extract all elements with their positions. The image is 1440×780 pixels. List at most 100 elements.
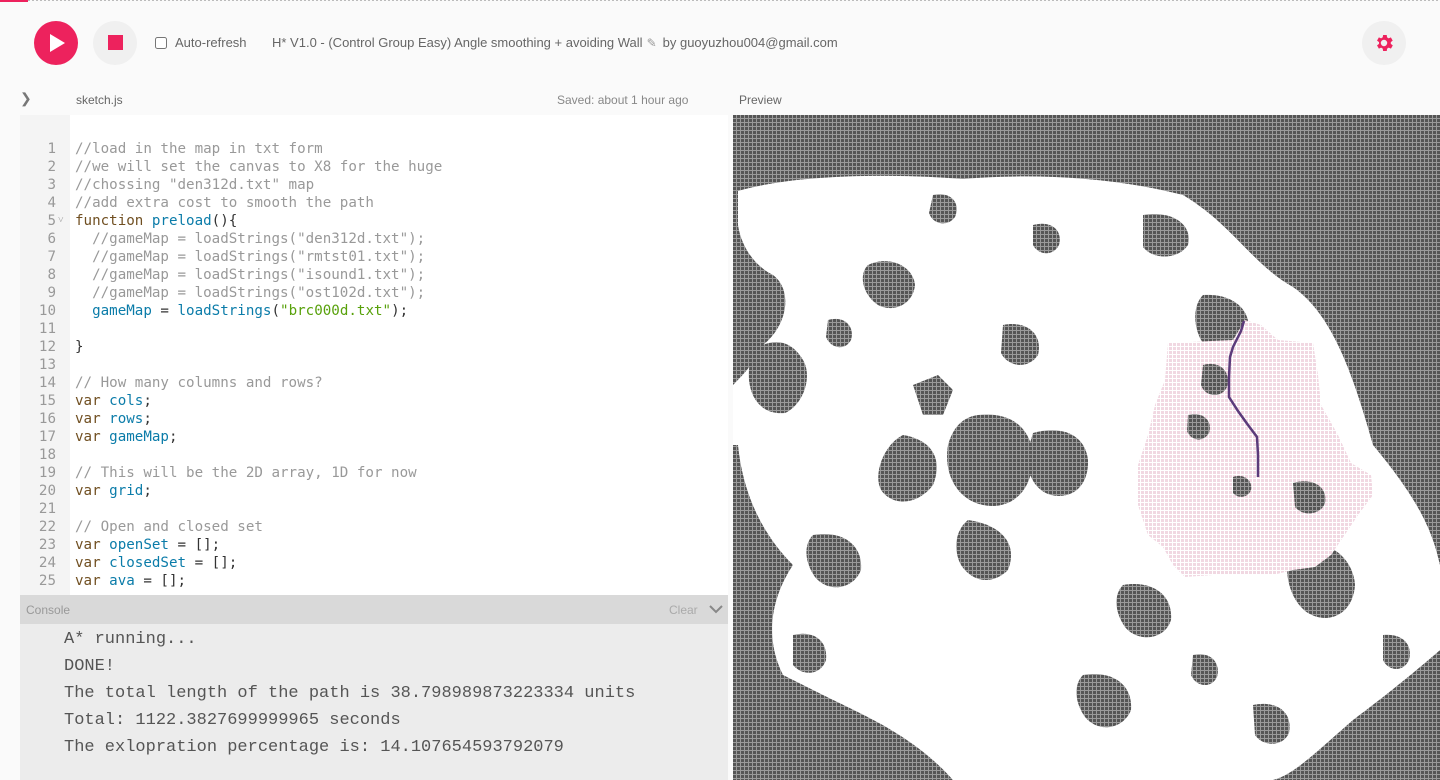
line-number: 18	[38, 447, 56, 463]
code-token: //gameMap = loadStrings("rmtst01.txt");	[75, 249, 426, 265]
code-line[interactable]: 12}	[20, 338, 728, 356]
code-editor[interactable]: 1 //load in the map in txt form 2 //we will…	[20, 115, 728, 595]
console-line: A* running...	[64, 630, 197, 649]
code-text: gameMap = loadStrings("brc000d.txt");	[75, 302, 408, 320]
code-line[interactable]: 14 // How many columns and rows?	[20, 374, 728, 392]
auto-refresh-toggle[interactable]: Auto-refresh	[155, 35, 247, 50]
code-line[interactable]: 15 var cols;	[20, 392, 728, 410]
code-token: var	[75, 411, 110, 427]
code-line[interactable]: 25 var ava = [];	[20, 572, 728, 590]
code-token: cols	[109, 393, 144, 409]
code-line[interactable]: 18	[20, 446, 728, 464]
play-icon	[50, 34, 65, 52]
map-visualization	[733, 115, 1440, 780]
code-token: );	[391, 303, 409, 319]
stop-button[interactable]	[93, 21, 137, 65]
preview-canvas[interactable]	[733, 115, 1440, 780]
line-number: 23	[38, 537, 56, 553]
line-number: 6	[47, 231, 56, 247]
code-token: openSet	[109, 537, 169, 553]
code-token: //chossing "den312d.txt" map	[75, 177, 315, 193]
code-token: loadStrings	[177, 303, 272, 319]
code-token: (	[271, 303, 281, 319]
code-line[interactable]: 13	[20, 356, 728, 374]
code-line[interactable]: 16 var rows;	[20, 410, 728, 428]
code-line[interactable]: 24 var closedSet = [];	[20, 554, 728, 572]
line-number: 24	[38, 555, 56, 571]
code-line[interactable]: 22 // Open and closed set	[20, 518, 728, 536]
code-text: //we will set the canvas to X8 for the h…	[75, 158, 442, 176]
console-clear-button[interactable]: Clear	[669, 603, 698, 617]
code-line[interactable]: 2 //we will set the canvas to X8 for the …	[20, 158, 728, 176]
code-line[interactable]: 23 var openSet = [];	[20, 536, 728, 554]
expand-sidebar-chevron-icon[interactable]: ❯	[20, 90, 32, 107]
code-line[interactable]: 5 ˅ function preload(){	[20, 212, 728, 230]
code-token: var	[75, 555, 110, 571]
console-line: The exlopration percentage is: 14.107654…	[64, 738, 564, 757]
code-line[interactable]: 1 //load in the map in txt form	[20, 140, 728, 158]
line-number: 15	[38, 393, 56, 409]
code-token: //gameMap = loadStrings("isound1.txt");	[75, 267, 426, 283]
line-number: 1	[47, 141, 56, 157]
code-line[interactable]: 19 // This will be the 2D array, 1D for n…	[20, 464, 728, 482]
code-token: grid	[109, 483, 144, 499]
code-line[interactable]: 4 //add extra cost to smooth the path	[20, 194, 728, 212]
toolbar: Auto-refresh H* V1.0 - (Control Group Ea…	[0, 0, 1440, 84]
code-token: = [];	[168, 537, 221, 553]
preview-label: Preview	[739, 93, 782, 107]
console-output: A* running... DONE! The total length of …	[20, 624, 728, 780]
code-text: var openSet = [];	[75, 536, 220, 554]
code-line[interactable]: 11	[20, 320, 728, 338]
code-token: }	[75, 339, 84, 355]
code-token: var	[75, 429, 110, 445]
code-line[interactable]: 6 //gameMap = loadStrings("den312d.txt")…	[20, 230, 728, 248]
code-token: ava	[109, 573, 135, 589]
code-token: //gameMap = loadStrings("ost102d.txt");	[75, 285, 426, 301]
code-token: //gameMap = loadStrings("den312d.txt");	[75, 231, 426, 247]
code-text: // Open and closed set	[75, 518, 263, 536]
console-header: Console Clear	[20, 595, 728, 624]
fold-chevron-icon[interactable]: ˅	[58, 212, 64, 230]
gear-icon	[1377, 35, 1393, 51]
line-number: 10	[38, 303, 56, 319]
code-token: function	[75, 213, 152, 229]
code-token: // How many columns and rows?	[75, 375, 323, 391]
code-line[interactable]: 17 var gameMap;	[20, 428, 728, 446]
code-text: var grid;	[75, 482, 152, 500]
line-number: 12	[38, 339, 56, 355]
code-token: ;	[143, 393, 152, 409]
code-line[interactable]: 8 //gameMap = loadStrings("isound1.txt")…	[20, 266, 728, 284]
code-text: //chossing "den312d.txt" map	[75, 176, 314, 194]
code-token: // This will be the 2D array, 1D for now	[75, 465, 417, 481]
code-token: =	[151, 303, 178, 319]
code-line[interactable]: 10 gameMap = loadStrings("brc000d.txt");	[20, 302, 728, 320]
settings-button[interactable]	[1362, 21, 1406, 65]
code-line[interactable]: 20 var grid;	[20, 482, 728, 500]
code-line[interactable]: 3 //chossing "den312d.txt" map	[20, 176, 728, 194]
line-number: 9	[47, 285, 56, 301]
edit-pencil-icon[interactable]: ✎	[647, 36, 657, 50]
code-token: preload	[151, 213, 212, 229]
chevron-down-icon[interactable]	[708, 601, 724, 617]
line-number: 8	[47, 267, 56, 283]
console-line: Total: 1122.3827699999965 seconds	[64, 711, 401, 730]
sketch-author[interactable]: by guoyuzhou004@gmail.com	[663, 35, 838, 50]
code-line[interactable]: 7 //gameMap = loadStrings("rmtst01.txt")…	[20, 248, 728, 266]
play-button[interactable]	[34, 21, 78, 65]
line-number: 11	[38, 321, 56, 337]
code-text: // How many columns and rows?	[75, 374, 323, 392]
code-text: //gameMap = loadStrings("den312d.txt");	[75, 230, 425, 248]
line-number: 2	[47, 159, 56, 175]
code-token: var	[75, 483, 110, 499]
line-number: 13	[38, 357, 56, 373]
code-line[interactable]: 9 //gameMap = loadStrings("ost102d.txt")…	[20, 284, 728, 302]
auto-refresh-checkbox[interactable]	[155, 36, 167, 49]
code-line[interactable]: 21	[20, 500, 728, 518]
line-number: 22	[38, 519, 56, 535]
auto-refresh-label: Auto-refresh	[175, 35, 247, 50]
code-token: ;	[143, 411, 152, 427]
code-text: //gameMap = loadStrings("ost102d.txt");	[75, 284, 425, 302]
code-token: // Open and closed set	[75, 519, 263, 535]
sketch-name[interactable]: H* V1.0 - (Control Group Easy) Angle smo…	[272, 35, 643, 50]
